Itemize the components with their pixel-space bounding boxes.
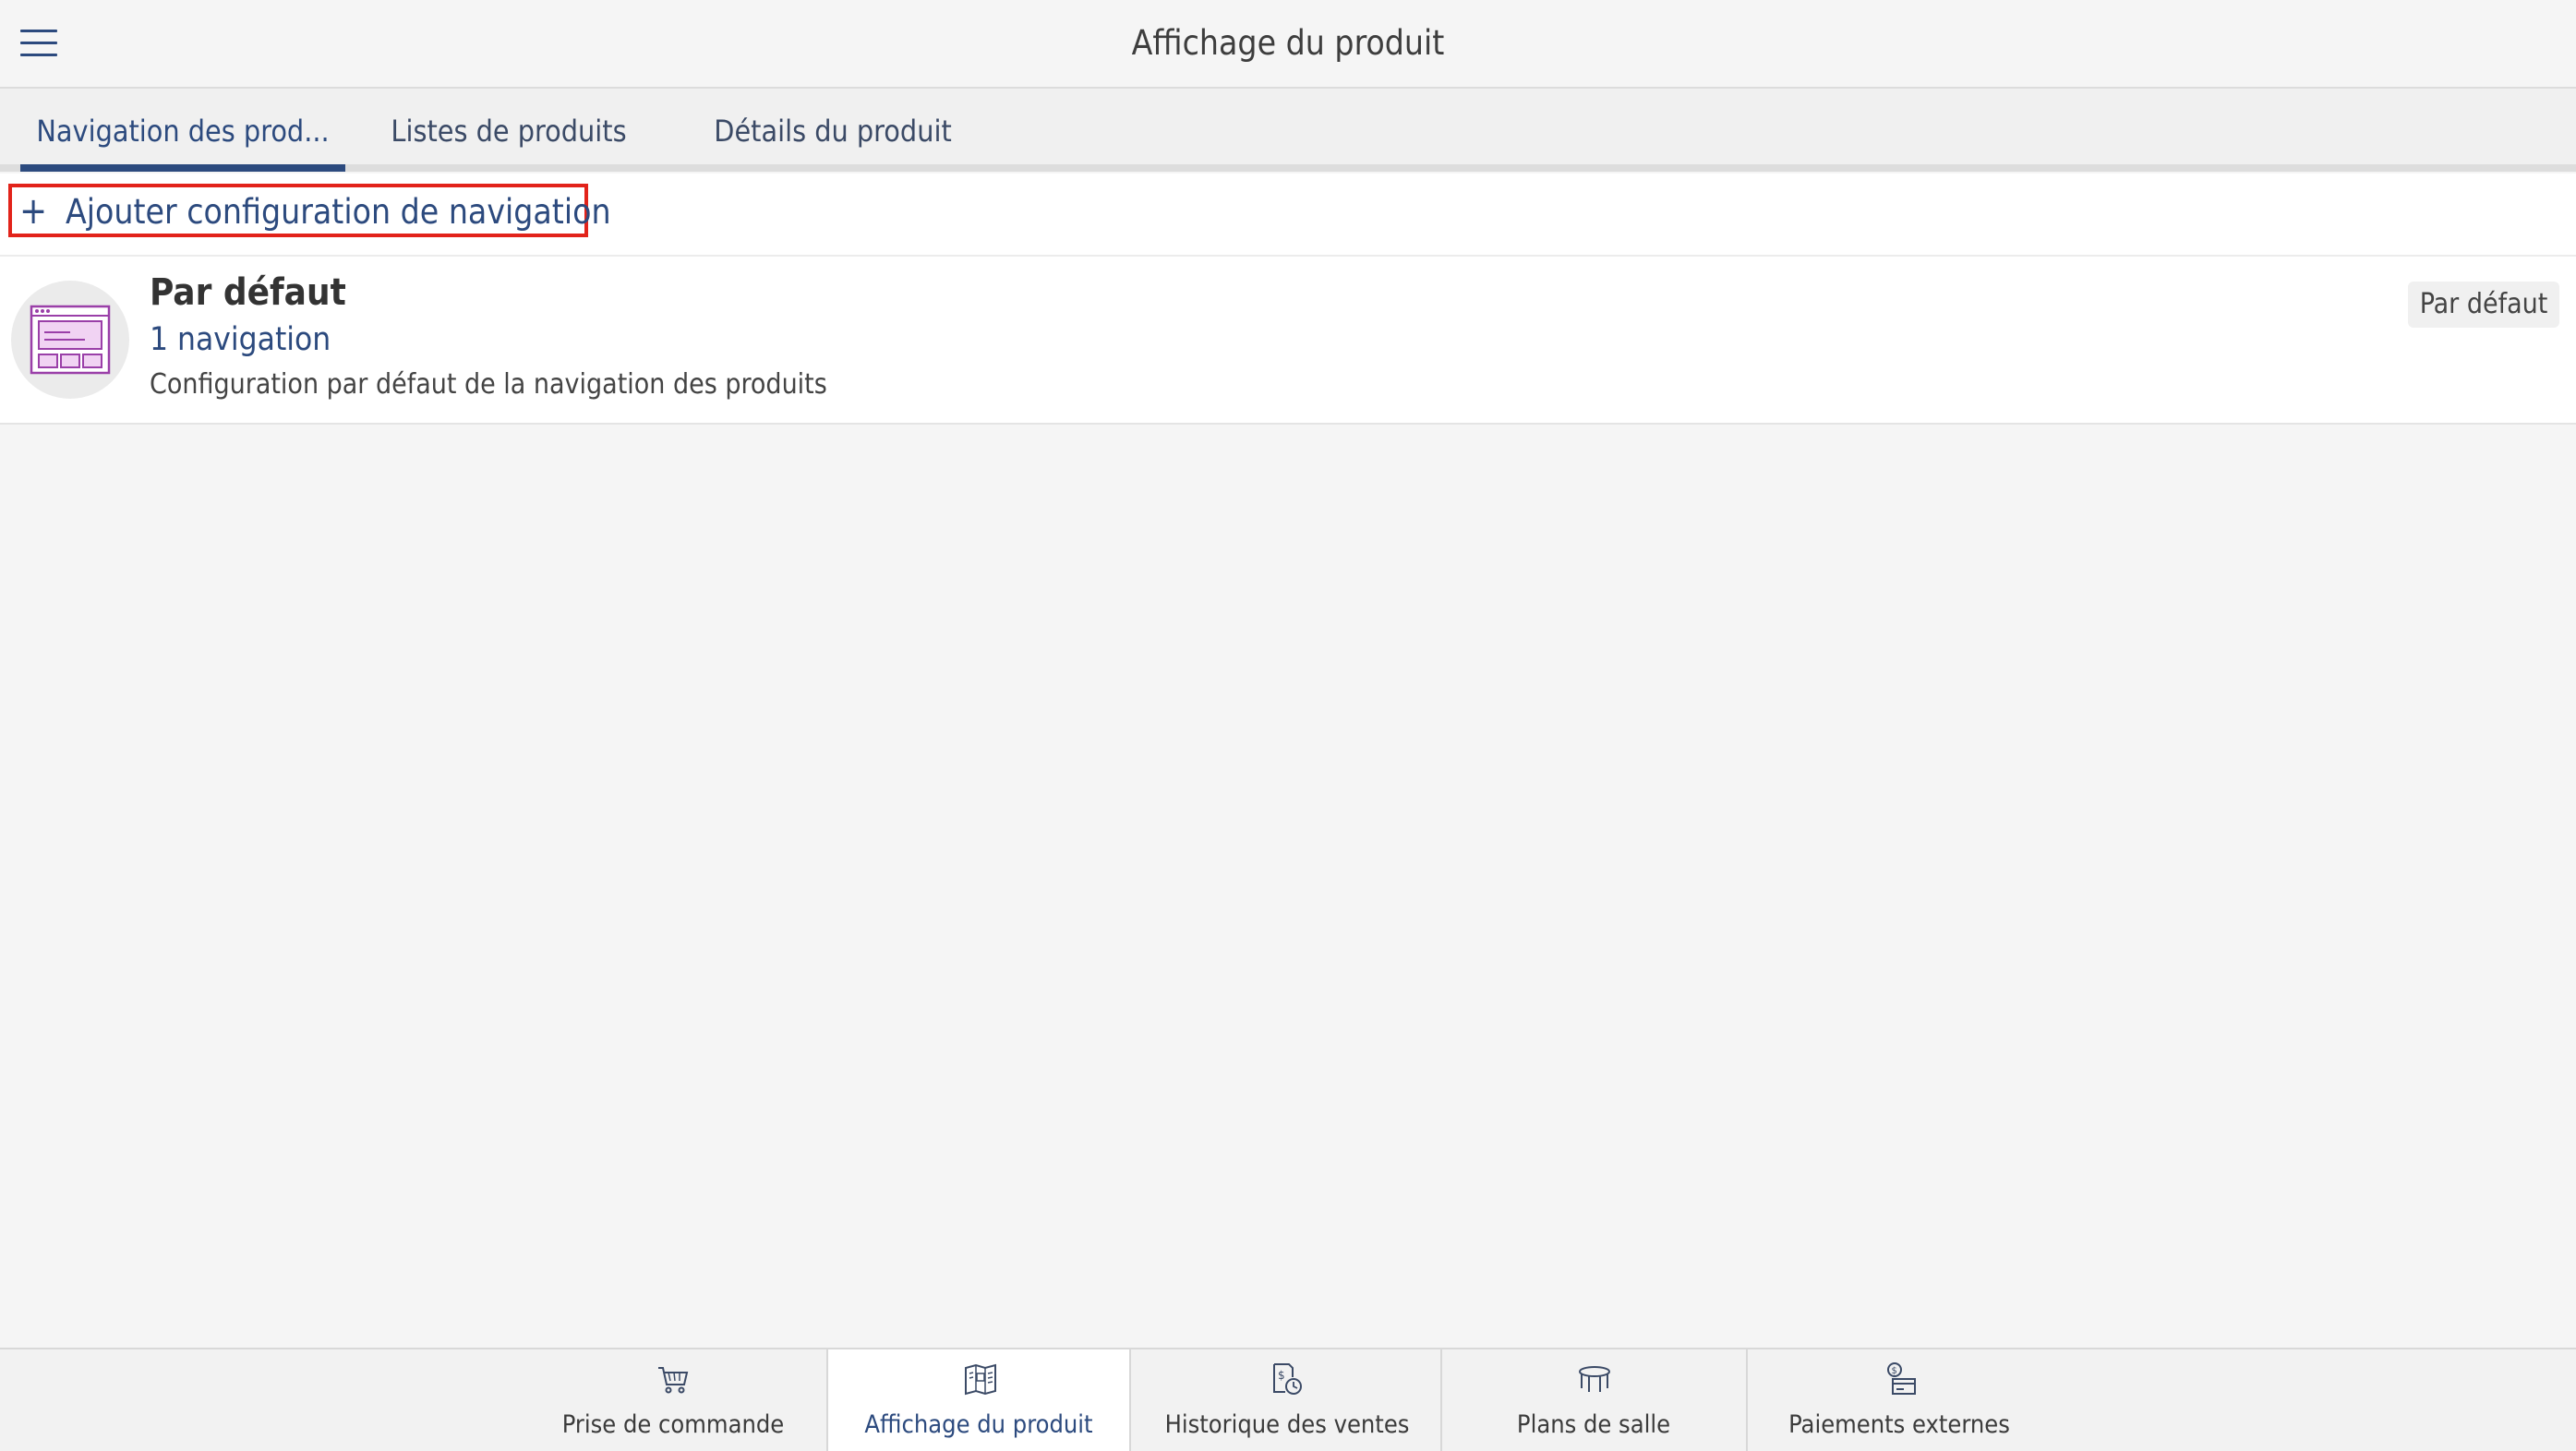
nav-paiements-externes[interactable]: $ Paiements externes [1746, 1349, 2051, 1451]
default-badge: Par défaut [2408, 282, 2559, 328]
tab-navigation-produits[interactable]: Navigation des prod... [20, 89, 345, 172]
table-icon [1579, 1366, 1610, 1392]
tab-listes-produits[interactable]: Listes de produits [377, 89, 641, 172]
add-navigation-config-button[interactable]: + Ajouter configuration de navigation [8, 184, 611, 237]
nav-plans-de-salle[interactable]: Plans de salle [1440, 1349, 1745, 1451]
app-header: Affichage du produit [0, 0, 2576, 89]
layout-config-icon [11, 281, 129, 399]
sales-history-icon: $ [1273, 1363, 1302, 1395]
item-title: Par défaut [150, 271, 346, 314]
item-description: Configuration par défaut de la navigatio… [150, 368, 827, 401]
active-tab-indicator [20, 164, 345, 172]
list-item-default-config[interactable]: Par défaut 1 navigation Configuration pa… [0, 257, 2576, 425]
svg-text:$: $ [1892, 1366, 1897, 1376]
add-navigation-config-label: Ajouter configuration de navigation [66, 192, 611, 232]
tab-details-produit[interactable]: Détails du produit [705, 89, 960, 172]
cart-icon [658, 1367, 689, 1394]
svg-text:$: $ [1278, 1369, 1285, 1382]
external-payment-icon: $ [1887, 1362, 1916, 1395]
item-navigation-count: 1 navigation [150, 321, 331, 358]
page-title: Affichage du produit [1131, 23, 1445, 63]
product-display-icon [965, 1363, 996, 1396]
nav-prise-de-commande[interactable]: Prise de commande [521, 1349, 825, 1451]
nav-historique-des-ventes[interactable]: $ Historique des ventes [1135, 1349, 1439, 1451]
nav-affichage-du-produit[interactable]: Affichage du produit [826, 1349, 1131, 1451]
plus-icon: + [19, 190, 48, 233]
